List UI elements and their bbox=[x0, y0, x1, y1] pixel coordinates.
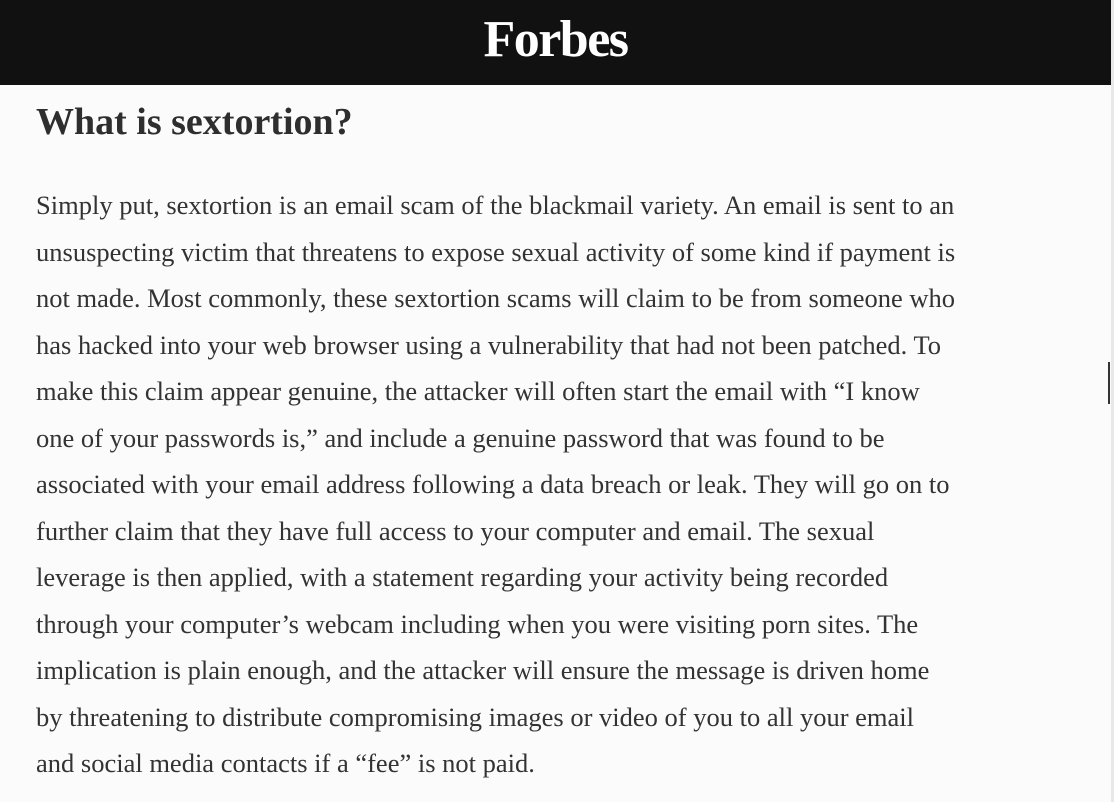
article-line: one of your passwords is,” and include a… bbox=[36, 422, 885, 453]
article-line: through your computer’s webcam including… bbox=[36, 608, 919, 639]
article: What is sextortion? Simply put, sextorti… bbox=[36, 96, 1104, 787]
article-line: not made. Most commonly, these sextortio… bbox=[36, 283, 955, 313]
article-line: implication is plain enough, and the att… bbox=[36, 655, 930, 685]
article-line: leverage is then applied, with a stateme… bbox=[36, 562, 889, 592]
article-line: further claim that they have full access… bbox=[36, 515, 875, 546]
site-header: Forbes bbox=[0, 0, 1111, 85]
article-line: unsuspecting victim that threatens to ex… bbox=[36, 236, 956, 267]
article-line: by threatening to distribute compromisin… bbox=[36, 701, 915, 732]
article-body: Simply put, sextortion is an email scam … bbox=[36, 182, 1104, 787]
forbes-logo[interactable]: Forbes bbox=[0, 8, 1111, 72]
article-line: associated with your email address follo… bbox=[36, 469, 950, 499]
article-line: and social media contacts if a “fee” is … bbox=[36, 748, 535, 778]
article-line: has hacked into your web browser using a… bbox=[36, 329, 942, 360]
article-line: Simply put, sextortion is an email scam … bbox=[36, 190, 955, 220]
article-title: What is sextortion? bbox=[36, 101, 353, 143]
article-line: make this claim appear genuine, the atta… bbox=[36, 376, 920, 406]
text-cursor-mark bbox=[1108, 362, 1110, 404]
